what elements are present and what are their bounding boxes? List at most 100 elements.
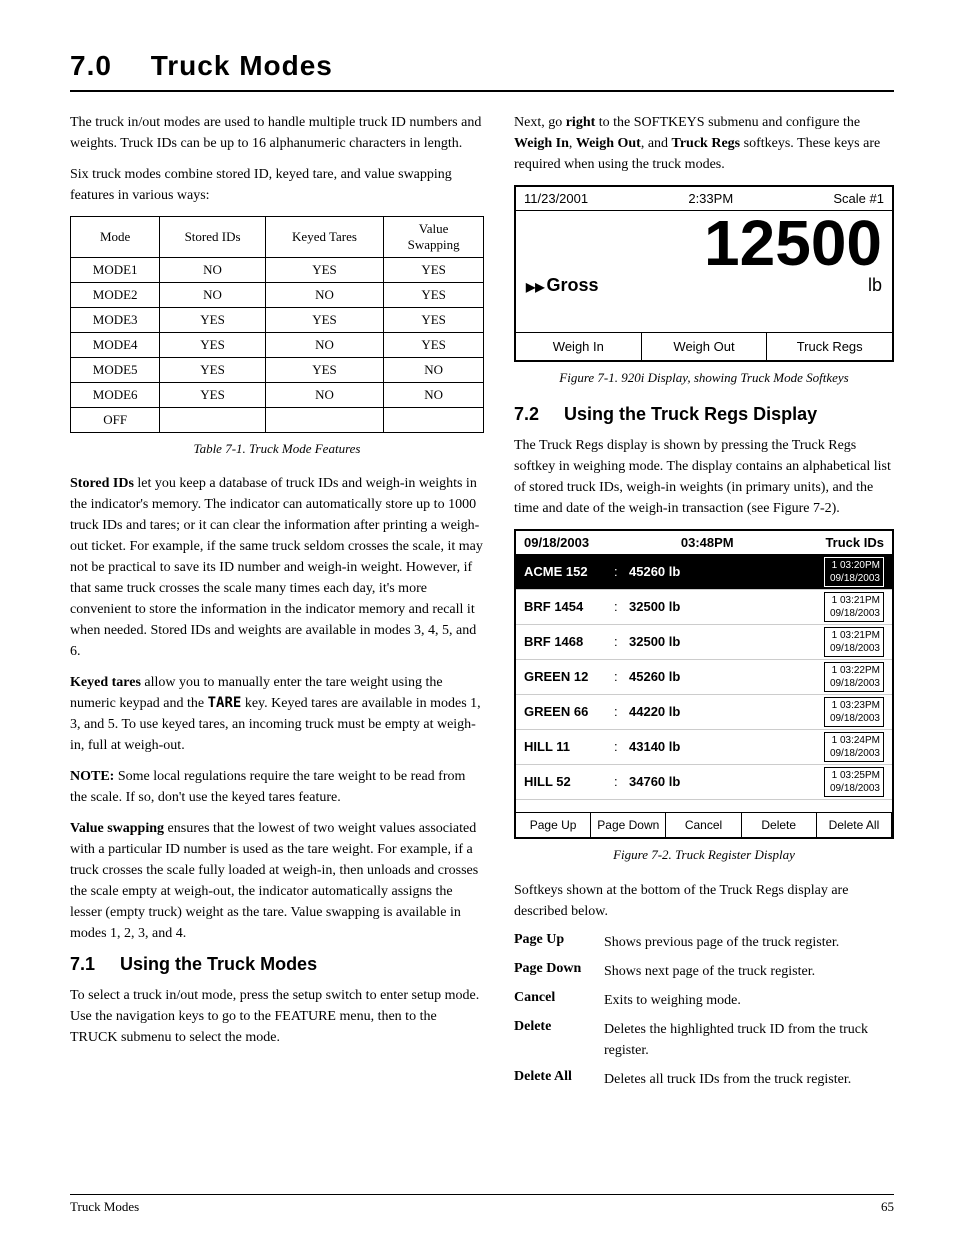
col-header-mode: Mode bbox=[71, 217, 160, 258]
truck-id: ACME 152 bbox=[524, 564, 614, 579]
truck-colon: : bbox=[614, 774, 629, 789]
table-cell: NO bbox=[384, 358, 484, 383]
softkey-page-up[interactable]: Page Up bbox=[516, 813, 591, 837]
scale-softkeys: Weigh In Weigh Out Truck Regs bbox=[516, 332, 892, 360]
col-header-keyed: Keyed Tares bbox=[265, 217, 383, 258]
desc-row: CancelExits to weighing mode. bbox=[514, 990, 894, 1011]
truck-weight: 32500 lb bbox=[629, 634, 820, 649]
truck-colon: : bbox=[614, 599, 629, 614]
truck-id: BRF 1468 bbox=[524, 634, 614, 649]
table-cell: MODE6 bbox=[71, 383, 160, 408]
desc-row: Delete AllDeletes all truck IDs from the… bbox=[514, 1069, 894, 1090]
truck-display: 09/18/2003 03:48PM Truck IDs ACME 152:45… bbox=[514, 529, 894, 839]
softkey-delete-all[interactable]: Delete All bbox=[817, 813, 892, 837]
scale-unit: lb bbox=[868, 275, 882, 296]
keyed-tares-para: Keyed tares allow you to manually enter … bbox=[70, 672, 484, 756]
left-column: The truck in/out modes are used to handl… bbox=[70, 112, 484, 1098]
table-cell: YES bbox=[160, 358, 265, 383]
truck-badge: 1 03:24PM09/18/2003 bbox=[824, 732, 884, 762]
scale-scale: Scale #1 bbox=[833, 191, 884, 206]
truck-weight: 32500 lb bbox=[629, 599, 820, 614]
truck-row: BRF 1454:32500 lb1 03:21PM09/18/2003 bbox=[516, 590, 892, 625]
table-cell bbox=[265, 408, 383, 433]
truck-id: GREEN 66 bbox=[524, 704, 614, 719]
truck-ids-label: Truck IDs bbox=[825, 535, 884, 550]
desc-term: Page Up bbox=[514, 932, 604, 953]
truck-row: BRF 1468:32500 lb1 03:21PM09/18/2003 bbox=[516, 625, 892, 660]
scale-mode: Gross bbox=[526, 275, 599, 296]
table-cell: NO bbox=[265, 383, 383, 408]
table-cell: YES bbox=[384, 308, 484, 333]
truck-id: BRF 1454 bbox=[524, 599, 614, 614]
truck-header: 09/18/2003 03:48PM Truck IDs bbox=[516, 531, 892, 555]
col-header-stored: Stored IDs bbox=[160, 217, 265, 258]
stored-ids-para: Stored IDs let you keep a database of tr… bbox=[70, 473, 484, 662]
softkey-weigh-out[interactable]: Weigh Out bbox=[642, 333, 768, 360]
table-cell: MODE3 bbox=[71, 308, 160, 333]
intro-para1: The truck in/out modes are used to handl… bbox=[70, 112, 484, 154]
softkey-truck-regs[interactable]: Truck Regs bbox=[767, 333, 892, 360]
truck-row: HILL 11:43140 lb 1 03:24PM09/18/2003 bbox=[516, 730, 892, 765]
desc-def: Shows next page of the truck register. bbox=[604, 961, 894, 982]
table-cell: NO bbox=[384, 383, 484, 408]
table-cell: NO bbox=[265, 333, 383, 358]
section-title-text: Truck Modes bbox=[151, 50, 333, 81]
truck-badge: 1 03:23PM09/18/2003 bbox=[824, 697, 884, 727]
desc-term: Delete bbox=[514, 1019, 604, 1061]
table-cell: YES bbox=[160, 333, 265, 358]
keyed-tares-term: Keyed tares bbox=[70, 675, 141, 690]
table-cell: YES bbox=[384, 258, 484, 283]
truck-badge: 1 03:22PM09/18/2003 bbox=[824, 662, 884, 692]
truck-weight: 45260 lb bbox=[629, 564, 820, 579]
truck-colon: : bbox=[614, 564, 629, 579]
softkeys-intro: Softkeys shown at the bottom of the Truc… bbox=[514, 880, 894, 922]
right-intro: Next, go right to the SOFTKEYS submenu a… bbox=[514, 112, 894, 175]
scale-unit-row: Gross lb bbox=[516, 275, 892, 302]
table-caption: Table 7-1. Truck Mode Features bbox=[70, 439, 484, 459]
desc-def: Deletes all truck IDs from the truck reg… bbox=[604, 1069, 894, 1090]
truck-colon: : bbox=[614, 739, 629, 754]
truck-time: 03:48PM bbox=[681, 535, 734, 550]
truck-id: HILL 11 bbox=[524, 739, 614, 754]
softkey-weigh-in[interactable]: Weigh In bbox=[516, 333, 642, 360]
desc-def: Deletes the highlighted truck ID from th… bbox=[604, 1019, 894, 1061]
footer-right: 65 bbox=[881, 1199, 894, 1215]
truck-weight: 34760 lb bbox=[629, 774, 820, 789]
note-para: NOTE: Some local regulations require the… bbox=[70, 766, 484, 808]
softkey-cancel[interactable]: Cancel bbox=[666, 813, 741, 837]
table-cell: YES bbox=[265, 258, 383, 283]
value-swapping-para: Value swapping ensures that the lowest o… bbox=[70, 818, 484, 944]
softkey-delete[interactable]: Delete bbox=[742, 813, 817, 837]
truck-date: 09/18/2003 bbox=[524, 535, 589, 550]
desc-term: Delete All bbox=[514, 1069, 604, 1090]
truck-badge: 1 03:21PM09/18/2003 bbox=[824, 627, 884, 657]
table-cell: OFF bbox=[71, 408, 160, 433]
truck-row: ACME 152:45260 lb 1 03:20PM09/18/2003 bbox=[516, 555, 892, 590]
page-title: 7.0 Truck Modes bbox=[70, 50, 894, 92]
intro-para2: Six truck modes combine stored ID, keyed… bbox=[70, 164, 484, 206]
truck-weight: 43140 lb bbox=[629, 739, 820, 754]
truck-softkeys: Page Up Page Down Cancel Delete Delete A… bbox=[516, 812, 892, 837]
note-text: Some local regulations require the tare … bbox=[70, 769, 465, 805]
right-column: Next, go right to the SOFTKEYS submenu a… bbox=[514, 112, 894, 1098]
stored-ids-term: Stored IDs bbox=[70, 476, 134, 491]
note-label: NOTE: bbox=[70, 769, 114, 784]
figure72-caption: Figure 7-2. Truck Register Display bbox=[514, 845, 894, 865]
section-number: 7.0 bbox=[70, 50, 112, 81]
stored-ids-text: let you keep a database of truck IDs and… bbox=[70, 476, 483, 659]
table-cell bbox=[384, 408, 484, 433]
table-cell: MODE5 bbox=[71, 358, 160, 383]
truck-row: HILL 52:34760 lb1 03:25PM09/18/2003 bbox=[516, 765, 892, 800]
table-cell: NO bbox=[265, 283, 383, 308]
truck-weight: 44220 lb bbox=[629, 704, 820, 719]
section72-title-text: Using the Truck Regs Display bbox=[564, 404, 817, 424]
truck-badge: 1 03:20PM09/18/2003 bbox=[824, 557, 884, 587]
page-footer: Truck Modes 65 bbox=[70, 1194, 894, 1215]
truck-colon: : bbox=[614, 669, 629, 684]
truck-colon: : bbox=[614, 704, 629, 719]
softkey-page-down[interactable]: Page Down bbox=[591, 813, 666, 837]
section71-num: 7.1 bbox=[70, 954, 95, 974]
table-cell: MODE1 bbox=[71, 258, 160, 283]
value-swapping-text: ensures that the lowest of two weight va… bbox=[70, 821, 478, 941]
desc-row: Page DownShows next page of the truck re… bbox=[514, 961, 894, 982]
